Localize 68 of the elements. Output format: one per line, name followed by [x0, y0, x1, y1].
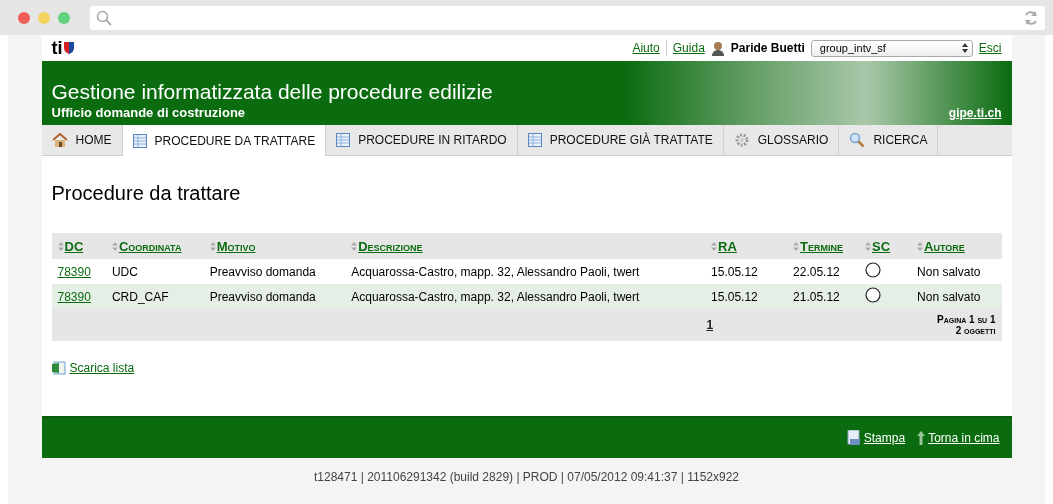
- spreadsheet-icon: [51, 361, 66, 375]
- page-info: Pagina 1 su 1: [936, 314, 996, 325]
- nav-tab[interactable]: PROCEDURE DA TRATTARE: [122, 125, 327, 156]
- column-header[interactable]: Descrizione: [358, 238, 423, 254]
- circle-icon: [865, 262, 882, 278]
- user-name: Paride Buetti: [730, 41, 805, 55]
- close-dot[interactable]: [18, 11, 30, 24]
- help-link[interactable]: Guida: [672, 41, 705, 55]
- sort-icon[interactable]: [917, 241, 924, 251]
- search-icon: [849, 132, 866, 148]
- build-info: t128471 | 201106291342 (build 2829) | PROD | 07/05/2012 09:41:37 | 1152x922: [314, 469, 739, 484]
- sort-icon[interactable]: [711, 241, 718, 251]
- table-icon: [527, 133, 542, 147]
- table-cell: 15.05.12: [711, 289, 758, 304]
- table-cell: 15.05.12: [711, 264, 758, 279]
- footer-link[interactable]: Torna in cima: [928, 431, 1000, 445]
- nav-tab[interactable]: PROCEDURE IN RITARDO: [326, 125, 518, 155]
- reload-icon[interactable]: [1023, 9, 1039, 26]
- search-icon: [96, 9, 112, 26]
- table-cell: Preavviso domanda: [209, 289, 316, 304]
- sort-icon[interactable]: [865, 241, 872, 251]
- house-icon: [51, 133, 68, 147]
- sort-icon[interactable]: [351, 241, 358, 251]
- address-field[interactable]: [90, 5, 1045, 30]
- group-dropdown[interactable]: group_intv_sf: [810, 39, 973, 57]
- gear-icon: [733, 132, 750, 148]
- app-title: Gestione informatizzata delle procedure edilizie: [51, 79, 493, 105]
- table-cell: Preavviso domanda: [209, 264, 316, 279]
- column-header[interactable]: RA: [718, 238, 737, 254]
- page-link[interactable]: 1: [706, 318, 714, 332]
- circle-icon: [865, 287, 882, 303]
- page-title: Procedure da trattare: [51, 182, 242, 205]
- table-icon: [336, 133, 351, 147]
- sort-icon[interactable]: [793, 241, 800, 251]
- download-link[interactable]: Scarica lista: [69, 361, 135, 375]
- table-cell: Acquarossa-Castro, mapp. 32, Alessandro Paoli, twert: [351, 289, 640, 304]
- minimize-dot[interactable]: [38, 11, 50, 24]
- table-cell: Non salvato: [917, 264, 981, 279]
- table-cell: 22.05.12: [793, 264, 840, 279]
- dossier-link[interactable]: 78390: [57, 264, 91, 279]
- table-cell: Non salvato: [917, 289, 981, 304]
- column-header[interactable]: Motivo: [216, 238, 256, 254]
- maximize-dot[interactable]: [58, 11, 70, 24]
- table-cell: 21.05.12: [793, 289, 840, 304]
- dossier-link[interactable]: 78390: [57, 289, 91, 304]
- footer-link[interactable]: Stampa: [863, 431, 906, 445]
- sort-icon[interactable]: [209, 241, 216, 251]
- table-cell: Acquarossa-Castro, mapp. 32, Alessandro Paoli, twert: [351, 264, 640, 279]
- shield-icon: [63, 42, 74, 54]
- table-cell: UDC: [111, 264, 138, 279]
- nav-tab[interactable]: GLOSSARIO: [723, 125, 840, 155]
- up-arrow-icon: [917, 431, 926, 445]
- nav-tab[interactable]: HOME: [41, 125, 123, 155]
- caret-icon: [961, 43, 968, 53]
- logout-link[interactable]: Esci: [978, 41, 1002, 55]
- sort-icon[interactable]: [111, 241, 118, 251]
- sort-icon[interactable]: [57, 241, 64, 251]
- site-link[interactable]: gipe.ti.ch: [948, 106, 1002, 120]
- logo-text: ti: [51, 37, 63, 59]
- item-count: 2 oggetti: [955, 325, 996, 336]
- nav-tab[interactable]: RICERCA: [839, 125, 939, 155]
- table-icon: [132, 133, 147, 148]
- table-cell: CRD_CAF: [111, 289, 169, 304]
- user-icon: [710, 40, 725, 56]
- nav-tab[interactable]: PROCEDURE GIÀ TRATTATE: [517, 125, 724, 155]
- printer-icon: [846, 430, 861, 446]
- app-subtitle: Ufficio domande di costruzione: [51, 105, 247, 120]
- help-link[interactable]: Aiuto: [632, 41, 660, 55]
